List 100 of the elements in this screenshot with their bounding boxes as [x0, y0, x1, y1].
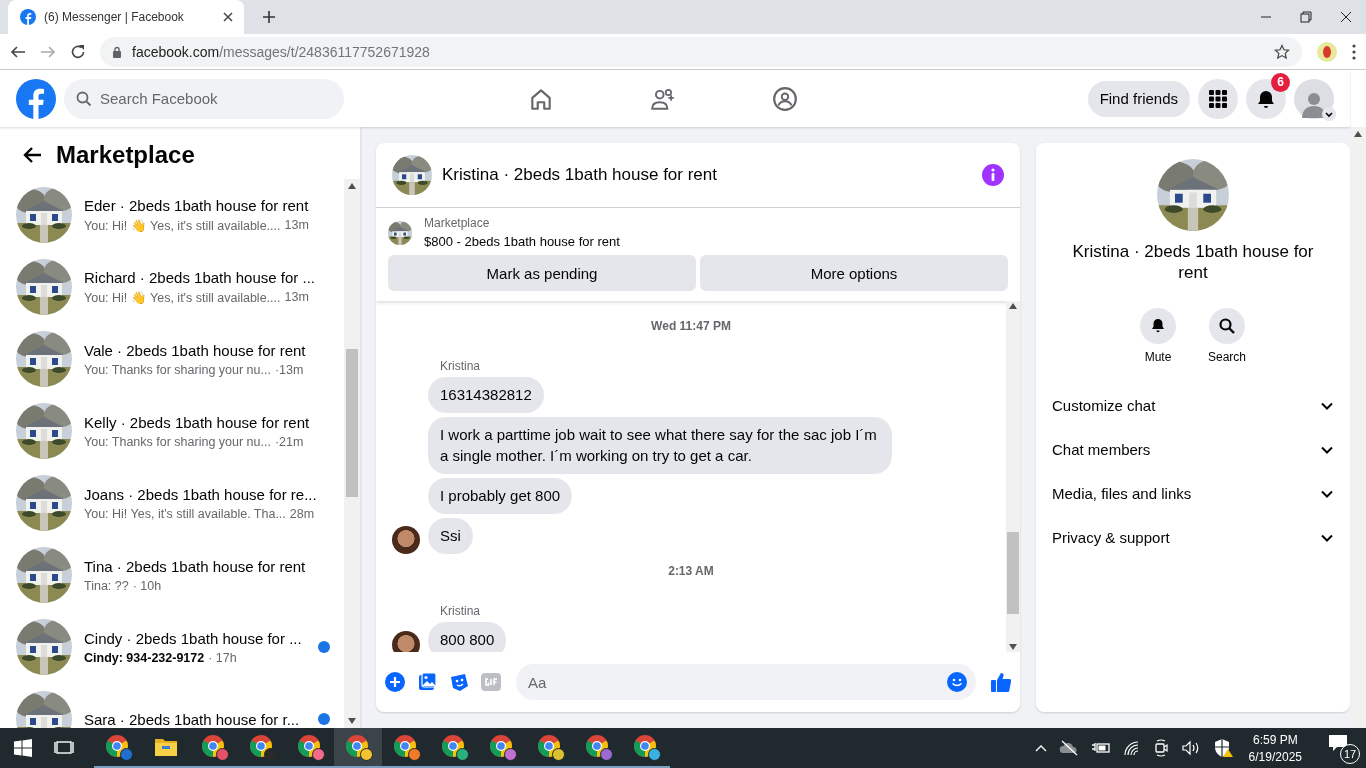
plus-icon[interactable] [384, 671, 406, 693]
message-time: 13m [284, 290, 309, 305]
new-tab-icon[interactable] [262, 10, 276, 24]
emoji-icon[interactable] [946, 671, 968, 693]
search-field[interactable]: Search Facebook [64, 78, 344, 119]
scroll-down-icon[interactable] [348, 718, 356, 724]
conversation-title: Joans · 2beds 1bath house for re... [84, 485, 318, 503]
listing-name: $800 - 2beds 1bath house for rent [424, 234, 620, 249]
restore-icon[interactable] [1300, 11, 1312, 23]
speaker-icon[interactable] [1180, 740, 1201, 756]
message-bubble: I probably get 800 [428, 477, 573, 514]
sender-name: Kristina [440, 604, 481, 619]
conversation-item[interactable]: Kelly · 2beds 1bath house for rent You: Thanks for sharing your nu... ·21m [8, 395, 338, 467]
message-bubble: 16314382812 [428, 377, 544, 414]
message-preview: Cindy: 934-232-9172 [84, 650, 205, 665]
taskbar-app[interactable] [334, 728, 382, 768]
timestamp: Wed 11:47 PM [650, 319, 732, 333]
profile-avatar-icon[interactable] [1316, 40, 1338, 63]
wifi-icon[interactable] [1122, 740, 1141, 756]
taskbar-date: 6/19/2025 [1248, 749, 1302, 764]
camera-icon[interactable] [1152, 739, 1169, 757]
conversation-title: Eder · 2beds 1bath house for rent [84, 197, 310, 214]
scrollbar-thumb[interactable] [1007, 532, 1019, 614]
task-view-icon[interactable] [54, 740, 74, 756]
conversation-title: Cindy · 2beds 1bath house for ... [84, 629, 303, 647]
message-preview: You: Thanks for sharing your nu... [84, 362, 271, 377]
search-icon [1217, 315, 1237, 336]
panel-title: Marketplace [56, 141, 195, 169]
lock-icon [112, 45, 122, 58]
browser-tab[interactable]: (6) Messenger | Facebook [8, 0, 244, 34]
message-preview: You: Hi! Yes, it's still available. Tha... [84, 506, 286, 521]
conversation-item[interactable]: Eder · 2beds 1bath house for rent You: Hi! 👋 Yes, it's still available.... 13m [8, 179, 338, 251]
conversation-title: Kelly · 2beds 1bath house for rent [84, 413, 311, 431]
message-time: ·21m [274, 434, 304, 449]
back-arrow-icon[interactable] [10, 43, 26, 60]
chat-title: Kristina · 2beds 1bath house for rent [1071, 241, 1315, 284]
message-field[interactable]: Aa [516, 664, 976, 700]
action-button[interactable]: More options [700, 255, 1008, 291]
notification-count: 6 [1271, 72, 1290, 92]
action-button[interactable]: Mark as pending [388, 255, 696, 291]
message-time: · 17h [208, 650, 237, 665]
menu-icon[interactable] [1352, 43, 1356, 60]
back-arrow-icon[interactable] [22, 146, 42, 164]
menu-button[interactable] [1198, 78, 1238, 119]
conversation-title: Tina · 2beds 1bath house for rent [84, 557, 307, 575]
conversation-item[interactable]: Richard · 2beds 1bath house for ... You: Hi! 👋 Yes, it's still available.... 13m [8, 251, 338, 323]
message-time: 28m [289, 506, 315, 521]
conversation-item[interactable]: Joans · 2beds 1bath house for re... You: Hi! Yes, it's still available. Tha... 28m [8, 467, 338, 539]
sender-name: Kristina [440, 359, 481, 373]
chat-title: Kristina · 2beds 1bath house for rent [442, 165, 718, 185]
folder-icon [154, 737, 178, 757]
section-header[interactable]: Chat members [1036, 427, 1350, 472]
chevron-down-icon[interactable] [1322, 106, 1336, 121]
message-bubble: 800 800 [428, 622, 507, 652]
facebook-logo-icon[interactable] [16, 78, 56, 119]
cloud-icon[interactable] [1058, 740, 1079, 756]
grid-icon [1209, 89, 1227, 108]
conversation-item[interactable]: Vale · 2beds 1bath house for rent You: Thanks for sharing your nu... ·13m [8, 323, 338, 395]
scroll-up-icon[interactable] [1354, 131, 1362, 137]
conversation-item[interactable]: Tina · 2beds 1bath house for rent Tina: ?? · 10h [8, 539, 338, 611]
notifications-button[interactable] [1246, 78, 1286, 119]
section-header[interactable]: Media, files and links [1036, 471, 1350, 516]
reload-icon[interactable] [70, 43, 86, 60]
message-time: 13m [284, 218, 309, 233]
message-bubble: Ssi [428, 518, 473, 555]
message-time: · 10h [132, 578, 162, 593]
bell-icon [1256, 88, 1276, 109]
conversation-item[interactable]: Cindy · 2beds 1bath house for ... Cindy: 934-232-9172 · 17h [8, 611, 338, 683]
section-header[interactable]: Customize chat [1036, 383, 1350, 428]
close-icon[interactable] [1340, 11, 1352, 23]
info-icon[interactable] [982, 164, 1004, 186]
scroll-down-icon[interactable] [1009, 644, 1017, 650]
scrollbar-thumb[interactable] [346, 349, 358, 497]
sticker-icon[interactable] [448, 671, 470, 693]
search-icon [76, 90, 92, 107]
timestamp: 2:13 AM [667, 564, 715, 579]
star-icon[interactable] [1274, 43, 1290, 60]
chevron-up-icon[interactable] [1034, 744, 1047, 752]
conversation-title: Vale · 2beds 1bath house for rent [84, 341, 307, 359]
scroll-up-icon[interactable] [348, 183, 356, 189]
shield-warning-icon[interactable] [1212, 738, 1233, 758]
message-time: ·13m [274, 362, 304, 377]
message-bubble: I work a parttime job wait to see what there say for the sac job I´m a single mother. I´m working on try to get a car. [428, 417, 892, 474]
facebook-logo-icon [20, 9, 36, 25]
find-friends-button[interactable]: Find friends [1087, 80, 1190, 117]
battery-icon[interactable] [1090, 741, 1111, 755]
scroll-up-icon[interactable] [1009, 303, 1017, 309]
thumbs-up-icon[interactable] [990, 671, 1012, 693]
message-preview: Tina: ?? [84, 578, 129, 593]
windows-logo-icon[interactable] [14, 739, 32, 757]
groups-icon[interactable] [772, 85, 798, 112]
message-preview: You: Hi! 👋 Yes, it's still available.... [84, 290, 281, 305]
listing-source: Marketplace [424, 216, 491, 230]
message-preview: You: Hi! 👋 Yes, it's still available.... [84, 218, 281, 233]
close-icon[interactable] [222, 11, 234, 23]
address-bar[interactable]: facebook.com/messages/t/24836117752671928 [100, 36, 1302, 67]
conversation-title: Richard · 2beds 1bath house for ... [84, 269, 316, 286]
photos-icon[interactable] [416, 671, 438, 693]
section-header[interactable]: Privacy & support [1036, 515, 1350, 560]
taskbar-time: 6:59 PM [1252, 732, 1298, 747]
